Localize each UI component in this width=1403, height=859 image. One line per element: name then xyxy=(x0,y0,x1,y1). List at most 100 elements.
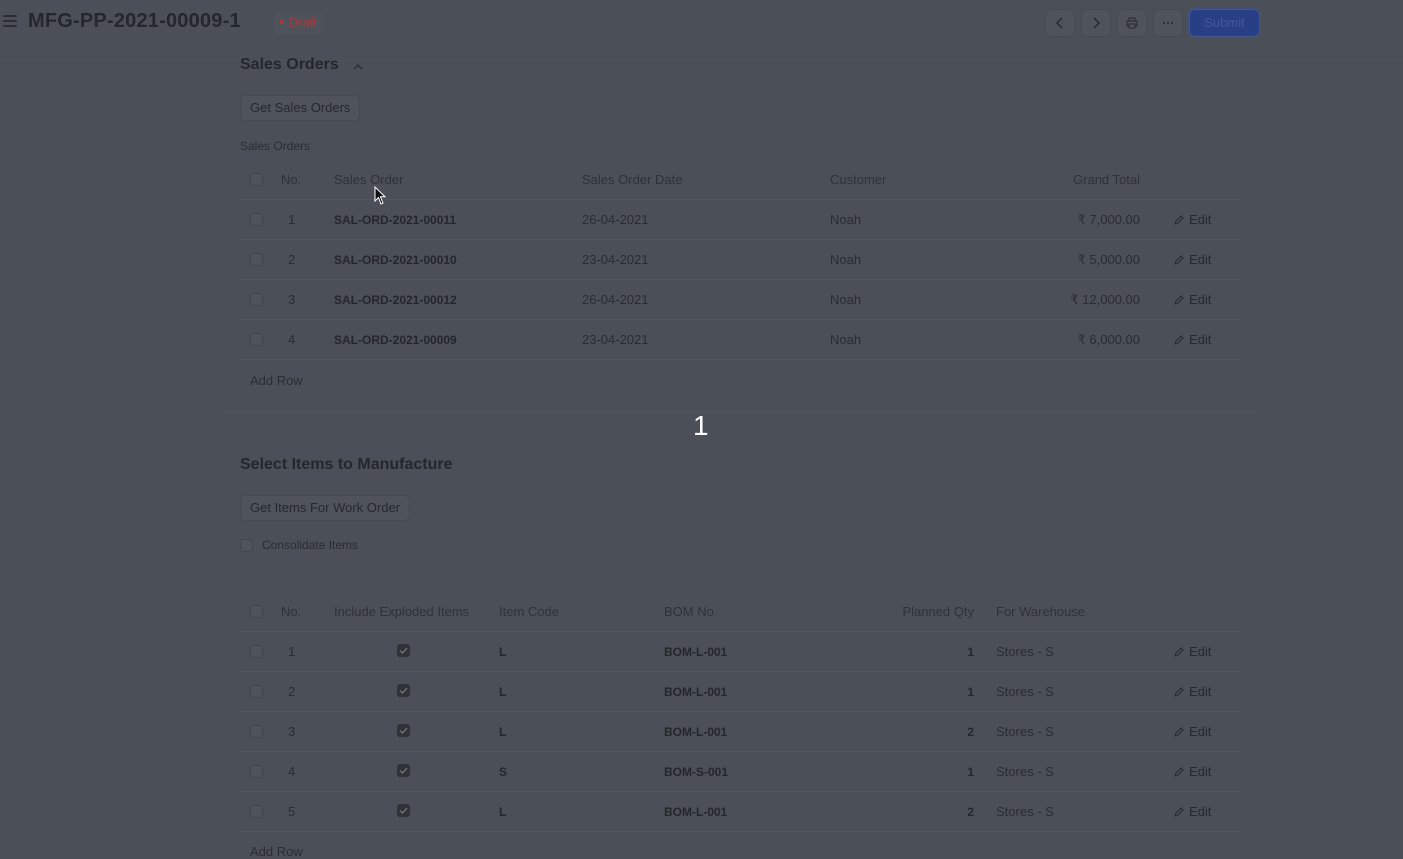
edit-row-button[interactable]: Edit xyxy=(1174,752,1211,792)
table-row[interactable]: 3 SAL-ORD-2021-00012 26-04-2021 Noah ₹ 1… xyxy=(240,280,1240,320)
item-code-cell[interactable]: L xyxy=(499,672,506,712)
add-sales-order-row-button[interactable]: Add Row xyxy=(250,373,303,388)
row-number: 4 xyxy=(288,764,296,779)
customer-cell[interactable]: Noah xyxy=(830,200,861,240)
next-doc-button[interactable] xyxy=(1081,9,1111,37)
bom-no-cell[interactable]: BOM-S-001 xyxy=(664,752,728,792)
table-row[interactable]: 1 L BOM-L-001 1 Stores - S Edit xyxy=(240,632,1240,672)
row-number: 2 xyxy=(288,684,296,699)
row-checkbox[interactable] xyxy=(250,805,263,818)
select-all-checkbox[interactable] xyxy=(250,173,263,186)
edit-row-button[interactable]: Edit xyxy=(1174,712,1211,752)
include-exploded-checkbox[interactable] xyxy=(397,644,410,657)
warehouse-cell[interactable]: Stores - S xyxy=(996,632,1054,672)
previous-doc-button[interactable] xyxy=(1045,9,1075,37)
grand-total-cell[interactable]: ₹ 7,000.00 xyxy=(1000,200,1141,240)
date-cell[interactable]: 23-04-2021 xyxy=(582,320,649,360)
include-exploded-checkbox[interactable] xyxy=(397,724,410,737)
checkmark-icon xyxy=(399,647,408,655)
ellipsis-icon xyxy=(1163,22,1173,24)
column-header-include-exploded: Include Exploded Items xyxy=(334,604,470,619)
get-sales-orders-button[interactable]: Get Sales Orders xyxy=(240,95,361,121)
customer-cell[interactable]: Noah xyxy=(830,240,861,280)
include-exploded-checkbox[interactable] xyxy=(397,804,410,817)
edit-row-button[interactable]: Edit xyxy=(1174,200,1211,240)
planned-qty-cell[interactable]: 2 xyxy=(860,712,974,752)
checkmark-icon xyxy=(399,687,408,695)
consolidate-items-checkbox[interactable] xyxy=(240,539,253,552)
chevron-right-icon xyxy=(1093,17,1100,29)
pencil-icon xyxy=(1174,294,1184,305)
edit-row-button[interactable]: Edit xyxy=(1174,240,1211,280)
table-row[interactable]: 4 S BOM-S-001 1 Stores - S Edit xyxy=(240,752,1240,792)
edit-row-button[interactable]: Edit xyxy=(1174,672,1211,712)
submit-button[interactable]: Submit xyxy=(1189,9,1260,37)
date-cell[interactable]: 26-04-2021 xyxy=(582,200,649,240)
customer-cell[interactable]: Noah xyxy=(830,280,861,320)
include-exploded-checkbox[interactable] xyxy=(397,684,410,697)
hamburger-menu-icon[interactable] xyxy=(3,15,17,29)
grand-total-cell[interactable]: ₹ 12,000.00 xyxy=(1000,280,1140,320)
item-code-cell[interactable]: S xyxy=(499,752,507,792)
bom-no-cell[interactable]: BOM-L-001 xyxy=(664,672,727,712)
planned-qty-cell[interactable]: 2 xyxy=(860,792,974,832)
sales-order-cell[interactable]: SAL-ORD-2021-00012 xyxy=(334,280,457,320)
row-checkbox[interactable] xyxy=(250,213,263,226)
pencil-icon xyxy=(1174,806,1184,817)
edit-row-button[interactable]: Edit xyxy=(1174,632,1211,672)
edit-row-button[interactable]: Edit xyxy=(1174,792,1211,832)
table-row[interactable]: 2 L BOM-L-001 1 Stores - S Edit xyxy=(240,672,1240,712)
edit-label: Edit xyxy=(1189,212,1212,227)
consolidate-items-label: Consolidate Items xyxy=(262,538,359,552)
sales-orders-section-title[interactable]: Sales Orders xyxy=(240,56,339,74)
grand-total-cell[interactable]: ₹ 6,000.00 xyxy=(1000,320,1141,360)
date-cell[interactable]: 23-04-2021 xyxy=(582,240,649,280)
bom-no-cell[interactable]: BOM-L-001 xyxy=(664,792,727,832)
table-row[interactable]: 1 SAL-ORD-2021-00011 26-04-2021 Noah ₹ 7… xyxy=(240,200,1240,240)
table-row[interactable]: 3 L BOM-L-001 2 Stores - S Edit xyxy=(240,712,1240,752)
planned-qty-cell[interactable]: 1 xyxy=(860,672,974,712)
column-header-grand-total: Grand Total xyxy=(1073,172,1140,187)
row-checkbox[interactable] xyxy=(250,645,263,658)
get-items-for-work-order-button[interactable]: Get Items For Work Order xyxy=(240,495,411,521)
planned-qty-cell[interactable]: 1 xyxy=(860,632,974,672)
row-checkbox[interactable] xyxy=(250,253,263,266)
row-checkbox[interactable] xyxy=(250,293,263,306)
print-button[interactable] xyxy=(1117,9,1147,37)
column-header-bom-no: BOM No xyxy=(664,604,714,619)
page-header: MFG-PP-2021-00009-1 Draft Submit xyxy=(0,0,1403,46)
item-code-cell[interactable]: L xyxy=(499,712,506,752)
planned-qty-cell[interactable]: 1 xyxy=(860,752,974,792)
row-checkbox[interactable] xyxy=(250,765,263,778)
step-number-overlay: 1 xyxy=(693,410,709,441)
customer-cell[interactable]: Noah xyxy=(830,320,861,360)
sales-order-cell[interactable]: SAL-ORD-2021-00010 xyxy=(334,240,457,280)
item-code-cell[interactable]: L xyxy=(499,632,506,672)
edit-row-button[interactable]: Edit xyxy=(1174,280,1211,320)
warehouse-cell[interactable]: Stores - S xyxy=(996,712,1054,752)
table-row[interactable]: 2 SAL-ORD-2021-00010 23-04-2021 Noah ₹ 5… xyxy=(240,240,1240,280)
chevron-up-icon[interactable] xyxy=(352,61,364,71)
row-checkbox[interactable] xyxy=(250,725,263,738)
item-code-cell[interactable]: L xyxy=(499,792,506,832)
more-actions-button[interactable] xyxy=(1153,9,1183,37)
row-checkbox[interactable] xyxy=(250,333,263,346)
select-all-checkbox[interactable] xyxy=(250,605,263,618)
checkmark-icon xyxy=(399,767,408,775)
include-exploded-checkbox[interactable] xyxy=(397,764,410,777)
grand-total-cell[interactable]: ₹ 5,000.00 xyxy=(1000,240,1141,280)
bom-no-cell[interactable]: BOM-L-001 xyxy=(664,712,727,752)
edit-row-button[interactable]: Edit xyxy=(1174,320,1211,360)
bom-no-cell[interactable]: BOM-L-001 xyxy=(664,632,727,672)
row-number: 3 xyxy=(288,724,296,739)
warehouse-cell[interactable]: Stores - S xyxy=(996,672,1054,712)
table-row[interactable]: 4 SAL-ORD-2021-00009 23-04-2021 Noah ₹ 6… xyxy=(240,320,1240,360)
sales-order-cell[interactable]: SAL-ORD-2021-00011 xyxy=(334,200,456,240)
warehouse-cell[interactable]: Stores - S xyxy=(996,752,1054,792)
date-cell[interactable]: 26-04-2021 xyxy=(582,280,649,320)
table-row[interactable]: 5 L BOM-L-001 2 Stores - S Edit xyxy=(240,792,1240,832)
sales-order-cell[interactable]: SAL-ORD-2021-00009 xyxy=(334,320,457,360)
warehouse-cell[interactable]: Stores - S xyxy=(996,792,1054,832)
column-header-planned-qty: Planned Qty xyxy=(902,604,974,619)
row-checkbox[interactable] xyxy=(250,685,263,698)
